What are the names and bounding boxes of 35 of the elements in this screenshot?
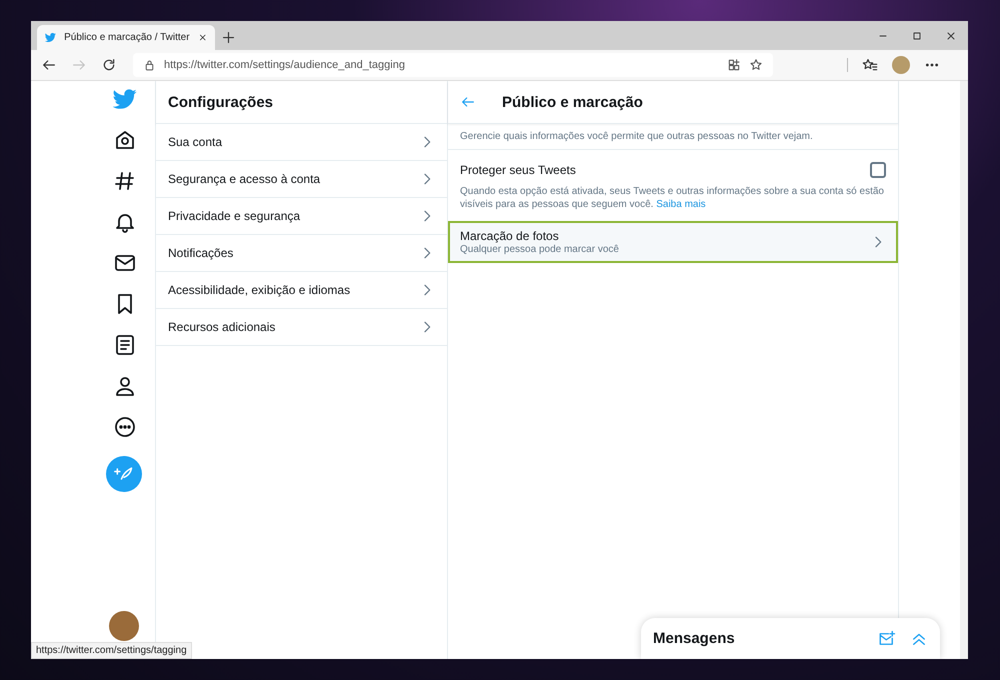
status-url: https://twitter.com/settings/tagging — [31, 642, 192, 659]
option-description: Quando esta opção está ativada, seus Tweets e outras informações sobre a sua conta só estão visíveis para as pessoas que seguem você. Saiba mais — [460, 185, 885, 211]
star-add-icon[interactable] — [749, 58, 763, 72]
option-value: Qualquer pessoa pode marcar você — [460, 244, 620, 255]
hashtag-icon[interactable] — [113, 169, 137, 193]
maximize-icon[interactable] — [911, 30, 923, 42]
intro-text: Gerencie quais informações você permite que outras pessoas no Twitter vejam. — [448, 124, 898, 150]
bird-logo-icon[interactable] — [113, 87, 137, 111]
person-icon[interactable] — [113, 374, 137, 398]
scrollbar[interactable] — [960, 81, 968, 659]
list-icon[interactable] — [113, 333, 137, 357]
close-icon[interactable] — [198, 32, 207, 43]
close-icon[interactable] — [945, 30, 957, 42]
tab-title: Público e marcação / Twitter — [64, 32, 190, 43]
settings-option[interactable]: Marcação de fotos Qualquer pessoa pode marcar você — [448, 221, 898, 263]
address-bar[interactable]: https://twitter.com/settings/audience_and_tagging — [133, 53, 773, 77]
apps-icon[interactable] — [727, 58, 741, 72]
refresh-icon[interactable] — [101, 57, 117, 73]
page-title: Público e marcação — [502, 94, 643, 110]
more-icon[interactable] — [113, 415, 137, 439]
home-icon[interactable] — [113, 128, 137, 152]
new-message-icon[interactable] — [878, 630, 896, 648]
option-label: Marcação de fotos — [460, 229, 560, 243]
messages-title: Mensagens — [653, 630, 736, 647]
browser-tab[interactable]: Público e marcação / Twitter — [37, 25, 215, 50]
compose-tweet-button[interactable] — [106, 456, 142, 492]
favorites-icon[interactable] — [862, 57, 878, 73]
checkbox[interactable] — [870, 162, 886, 178]
plus-icon[interactable] — [220, 30, 236, 45]
option-label: Proteger seus Tweets — [460, 163, 577, 177]
settings-title: Configurações — [168, 94, 274, 110]
messages-drawer[interactable]: Mensagens — [641, 618, 940, 659]
bird-icon — [45, 31, 56, 44]
user-avatar[interactable] — [109, 611, 139, 641]
lock-icon — [143, 58, 156, 72]
